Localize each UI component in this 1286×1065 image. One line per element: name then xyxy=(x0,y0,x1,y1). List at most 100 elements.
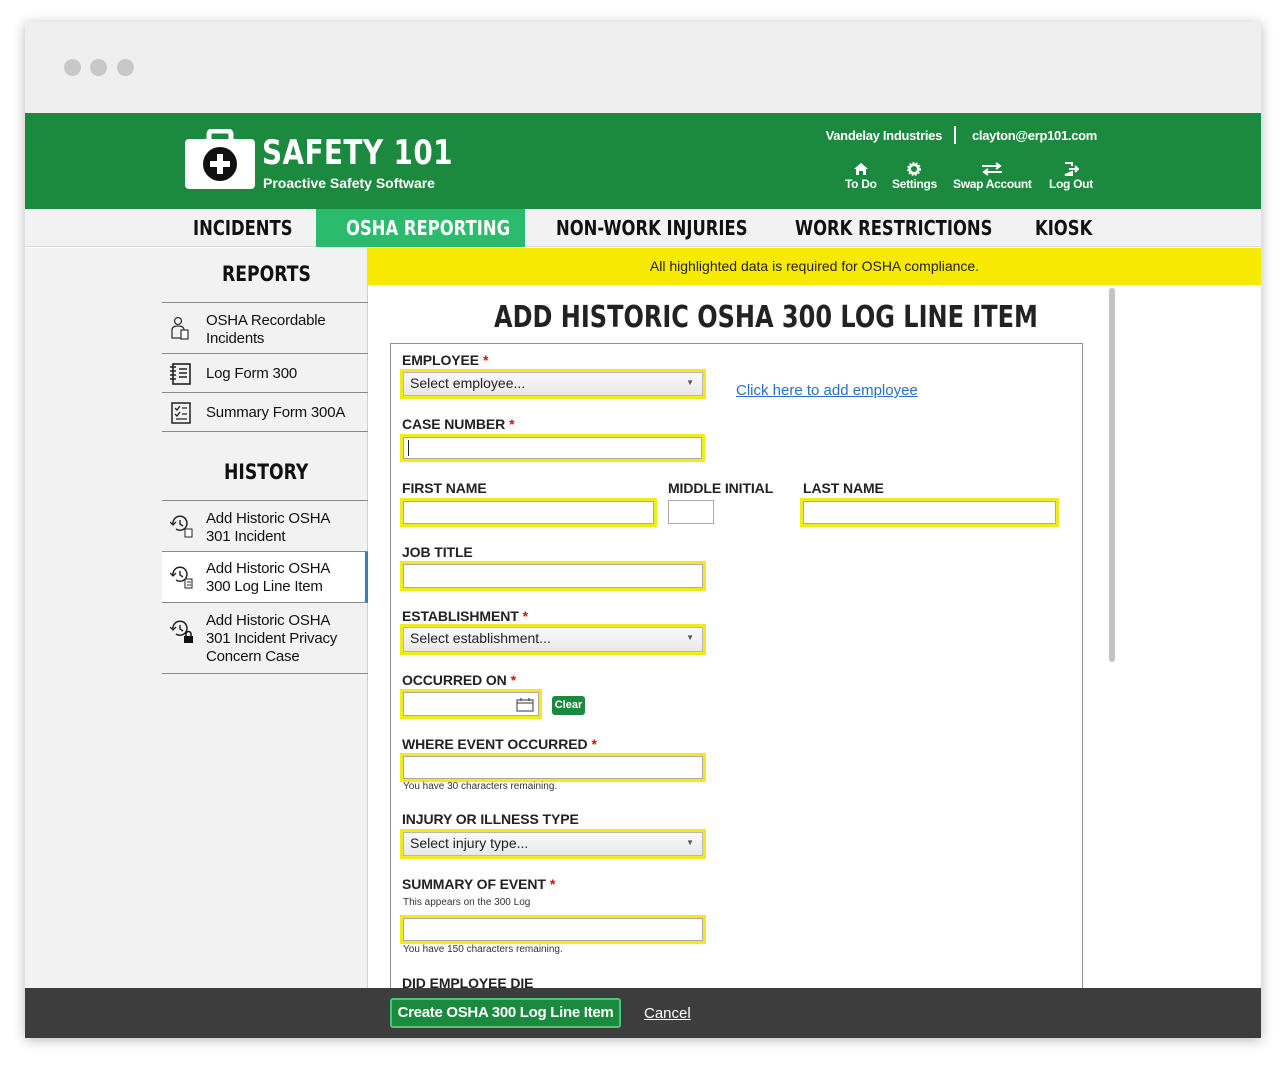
window-close-dot[interactable] xyxy=(64,59,81,76)
where-event-input[interactable] xyxy=(403,756,703,779)
first-aid-kit-logo-icon[interactable] xyxy=(185,128,255,189)
cancel-link[interactable]: Cancel xyxy=(644,1005,691,1022)
employee-select[interactable]: Select employee... ▼ xyxy=(403,372,703,396)
history-doc-icon xyxy=(170,515,193,538)
summary-label: SUMMARY OF EVENT * xyxy=(402,876,556,892)
required-marker: * xyxy=(549,876,556,892)
reports-heading: REPORTS xyxy=(222,262,311,286)
person-clipboard-icon xyxy=(171,316,189,340)
todo-link[interactable]: To Do xyxy=(845,162,877,191)
settings-link[interactable]: Settings xyxy=(892,162,937,191)
required-marker: * xyxy=(510,672,517,688)
injury-type-select[interactable]: Select injury type... ▼ xyxy=(403,832,703,856)
summary-hint: This appears on the 300 Log xyxy=(403,897,531,908)
case-number-highlight xyxy=(400,434,705,462)
calendar-icon[interactable] xyxy=(516,697,534,712)
tab-work-restrictions[interactable]: WORK RESTRICTIONS xyxy=(795,209,1036,247)
sidebar-item-osha-recordable[interactable]: OSHA Recordable Incidents xyxy=(162,302,368,354)
job-title-input[interactable] xyxy=(403,564,703,588)
occurred-on-highlight xyxy=(400,689,542,719)
swap-icon xyxy=(982,162,1003,176)
scrollbar-thumb[interactable] xyxy=(1109,288,1115,662)
injury-type-highlight: Select injury type... ▼ xyxy=(400,829,706,859)
swap-account-label: Swap Account xyxy=(953,177,1032,191)
employee-label: EMPLOYEE * xyxy=(402,352,489,368)
sidebar-item-summary-form-300a[interactable]: Summary Form 300A xyxy=(162,394,368,432)
user-email[interactable]: clayton@erp101.com xyxy=(972,128,1097,143)
history-heading: HISTORY xyxy=(224,460,309,484)
first-name-highlight xyxy=(400,498,657,527)
company-name[interactable]: Vandelay Industries xyxy=(826,128,943,143)
required-marker: * xyxy=(509,416,515,432)
text-cursor xyxy=(408,440,409,456)
first-name-input[interactable] xyxy=(403,501,654,524)
chevron-down-icon: ▼ xyxy=(686,378,694,387)
job-title-highlight xyxy=(400,561,706,591)
sidebar-item-label: OSHA Recordable Incidents xyxy=(206,312,326,347)
action-footer xyxy=(25,988,1261,1038)
establishment-label: ESTABLISHMENT * xyxy=(402,608,529,624)
window-zoom-dot[interactable] xyxy=(117,59,134,76)
where-event-char-count: You have 30 characters remaining. xyxy=(403,781,558,792)
required-marker: * xyxy=(483,352,489,368)
job-title-label: JOB TITLE xyxy=(402,544,473,560)
logout-icon xyxy=(1064,162,1079,176)
middle-initial-label: MIDDLE INITIAL xyxy=(668,480,774,496)
sidebar-item-label: Add Historic OSHA 301 Incident xyxy=(206,510,331,545)
tab-non-work-injuries[interactable]: NON-WORK INJURIES xyxy=(556,209,790,247)
history-list-icon xyxy=(170,566,193,589)
browser-window: SAFETY 101 Proactive Safety Software Van… xyxy=(25,22,1261,1038)
last-name-input[interactable] xyxy=(803,501,1056,524)
swap-account-link[interactable]: Swap Account xyxy=(953,162,1032,191)
home-icon xyxy=(853,163,868,175)
compliance-banner: All highlighted data is required for OSH… xyxy=(368,248,1261,285)
first-name-label: FIRST NAME xyxy=(402,480,487,496)
sidebar-item-log-form-300[interactable]: Log Form 300 xyxy=(162,355,368,393)
settings-label: Settings xyxy=(892,177,937,191)
window-titlebar xyxy=(25,22,1261,113)
middle-initial-input[interactable] xyxy=(668,500,714,524)
occurred-on-input[interactable] xyxy=(403,692,539,716)
chevron-down-icon: ▼ xyxy=(686,633,694,642)
gear-icon xyxy=(907,162,922,176)
where-event-highlight xyxy=(400,753,706,782)
main-nav: INCIDENTS OSHA REPORTING NON-WORK INJURI… xyxy=(25,209,1261,247)
occurred-on-label: OCCURRED ON * xyxy=(402,672,517,688)
app-header: SAFETY 101 Proactive Safety Software Van… xyxy=(25,113,1261,209)
sidebar-item-label: Add Historic OSHA 300 Log Line Item xyxy=(206,560,331,595)
create-log-line-item-button[interactable]: Create OSHA 300 Log Line Item xyxy=(390,998,621,1028)
clear-date-button[interactable]: Clear xyxy=(552,696,585,715)
summary-char-count: You have 150 characters remaining. xyxy=(403,944,563,955)
log-list-icon xyxy=(170,363,191,385)
summary-input[interactable] xyxy=(403,918,703,941)
add-employee-link[interactable]: Click here to add employee xyxy=(736,382,918,399)
page-title: ADD HISTORIC OSHA 300 LOG LINE ITEM xyxy=(494,300,1038,335)
tab-incidents[interactable]: INCIDENTS xyxy=(193,209,314,247)
chevron-down-icon: ▼ xyxy=(686,838,694,847)
tab-kiosk[interactable]: KIOSK xyxy=(1035,209,1105,247)
sidebar-item-label: Add Historic OSHA 301 Incident Privacy Con… xyxy=(206,612,338,665)
logout-label: Log Out xyxy=(1049,177,1093,191)
sidebar-item-label: Log Form 300 xyxy=(206,365,297,382)
history-lock-icon xyxy=(170,620,193,643)
injury-type-label: INJURY OR ILLNESS TYPE xyxy=(402,811,579,827)
brand-title[interactable]: SAFETY 101 xyxy=(262,133,453,173)
window-minimize-dot[interactable] xyxy=(90,59,107,76)
employee-field-highlight: Select employee... ▼ xyxy=(400,369,706,399)
sidebar-item-historic-300-log-line-item[interactable]: Add Historic OSHA 300 Log Line Item xyxy=(162,552,368,603)
summary-highlight xyxy=(400,915,706,944)
establishment-select[interactable]: Select establishment... ▼ xyxy=(403,627,703,652)
sidebar-item-label: Summary Form 300A xyxy=(206,404,346,421)
sidebar-item-historic-301-privacy-case[interactable]: Add Historic OSHA 301 Incident Privacy Con… xyxy=(162,604,368,674)
todo-label: To Do xyxy=(845,177,877,191)
where-event-label: WHERE EVENT OCCURRED * xyxy=(402,736,597,752)
sidebar-item-historic-301-incident[interactable]: Add Historic OSHA 301 Incident xyxy=(162,500,368,552)
tab-osha-reporting[interactable]: OSHA REPORTING xyxy=(316,209,525,247)
case-number-input[interactable] xyxy=(403,437,702,459)
checklist-icon xyxy=(171,402,191,424)
required-marker: * xyxy=(591,736,597,752)
last-name-highlight xyxy=(800,498,1059,527)
case-number-label: CASE NUMBER * xyxy=(402,416,515,432)
logout-link[interactable]: Log Out xyxy=(1049,162,1093,191)
brand-subtitle: Proactive Safety Software xyxy=(263,175,435,191)
